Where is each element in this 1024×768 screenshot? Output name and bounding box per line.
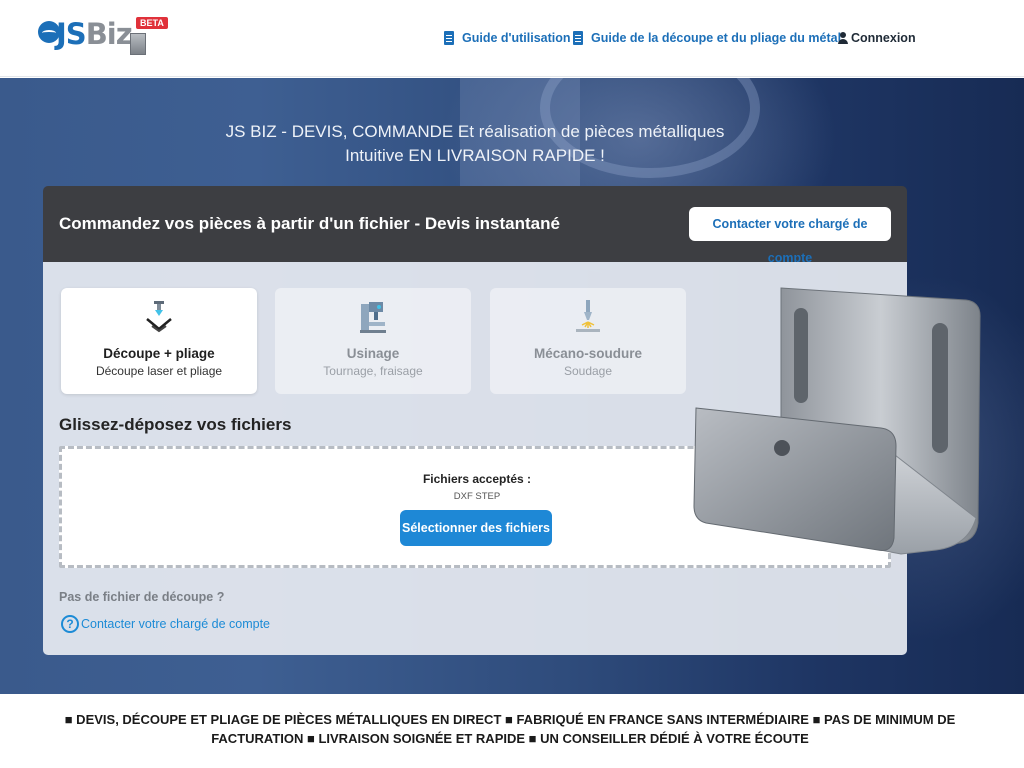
user-icon	[838, 32, 848, 44]
features-banner-text: ■ DEVIS, DÉCOUPE ET PLIAGE DE PIÈCES MÉT…	[64, 712, 956, 746]
service-card-usinage[interactable]: Usinage Tournage, fraisage	[275, 288, 471, 394]
contact-account-manager-button[interactable]: Contacter votre chargé de compte	[689, 207, 891, 265]
press-brake-icon	[146, 301, 172, 333]
service-title: Découpe + pliage	[103, 346, 215, 361]
service-card-decoupe-pliage[interactable]: Découpe + pliage Découpe laser et pliage	[61, 288, 257, 394]
nav-connexion-label[interactable]: Connexion	[851, 31, 916, 45]
welding-icon	[576, 300, 600, 332]
service-subtitle: Tournage, fraisage	[323, 364, 423, 378]
service-title: Mécano-soudure	[533, 346, 642, 361]
top-header: JSBiz BETA Guide d'utilisation Guide de …	[0, 0, 1024, 77]
help-question-icon: ?	[61, 615, 79, 633]
nav-guide-decoupe[interactable]: Guide de la découpe et du pliage du méta…	[573, 27, 841, 49]
dropzone-title: Glissez-déposez vos fichiers	[59, 415, 292, 434]
service-card-mecano-soudure[interactable]: Mécano-soudure Soudage	[490, 288, 686, 394]
service-title: Usinage	[346, 346, 400, 361]
nav-guide-utilisation-label[interactable]: Guide d'utilisation	[462, 31, 571, 45]
beta-badge: BETA	[136, 17, 168, 29]
no-cutting-file-label: Pas de fichier de découpe ?	[59, 590, 225, 604]
service-subtitle: Soudage	[563, 364, 613, 378]
sheet-metal-bracket-image	[693, 287, 981, 555]
service-subtitle: Découpe laser et pliage	[95, 364, 223, 378]
document-icon	[573, 31, 583, 45]
logo-box-icon	[130, 33, 146, 55]
hero-title-line1: JS BIZ - DEVIS, COMMANDE Et réalisation …	[225, 122, 725, 141]
panel-header: Commandez vos pièces à partir d'un fichi…	[43, 186, 907, 265]
select-files-button[interactable]: Sélectionner des fichiers	[400, 510, 552, 546]
nav-guide-decoupe-label[interactable]: Guide de la découpe et du pliage du méta…	[591, 31, 841, 45]
panel-title: Commandez vos pièces à partir d'un fichi…	[59, 214, 560, 233]
help-contact-link[interactable]: ? Contacter votre chargé de compte	[61, 614, 270, 634]
nav-connexion[interactable]: Connexion	[838, 27, 916, 49]
jsbiz-logo[interactable]: JSBiz BETA	[38, 15, 168, 63]
milling-machine-icon	[360, 302, 386, 333]
nav-guide-utilisation[interactable]: Guide d'utilisation	[444, 27, 571, 49]
hero-title: JS BIZ - DEVIS, COMMANDE Et réalisation …	[0, 120, 950, 168]
document-icon	[444, 31, 454, 45]
features-banner: ■ DEVIS, DÉCOUPE ET PLIAGE DE PIÈCES MÉT…	[0, 694, 1024, 768]
logo-wordmark: JSBiz	[56, 17, 133, 51]
hero-title-line2: Intuitive EN LIVRAISON RAPIDE !	[345, 146, 605, 165]
help-contact-link-label[interactable]: Contacter votre chargé de compte	[81, 617, 270, 631]
